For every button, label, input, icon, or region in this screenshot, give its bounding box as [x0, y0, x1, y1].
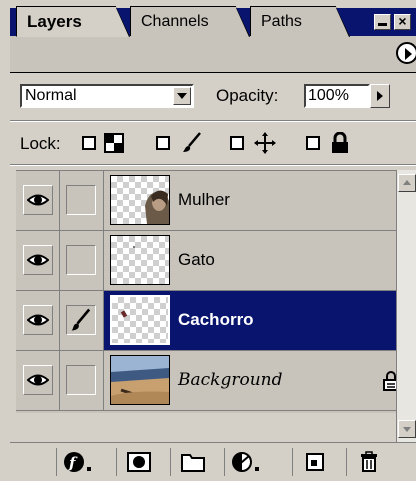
lock-label: Lock: — [20, 134, 61, 153]
layers-scrollbar[interactable] — [396, 170, 416, 442]
lock-all-checkbox[interactable] — [306, 136, 320, 150]
opacity-input[interactable]: 100% — [304, 84, 370, 108]
link-cell[interactable] — [60, 171, 104, 230]
brush-icon — [71, 308, 91, 331]
close-button[interactable]: × — [394, 14, 411, 30]
visibility-cell[interactable] — [16, 231, 60, 290]
new-layer-icon — [305, 453, 324, 471]
transparency-icon — [104, 133, 124, 153]
eye-icon — [27, 314, 49, 326]
layer-name: Mulher — [178, 190, 230, 209]
layer-style-button[interactable]: f — [56, 448, 100, 476]
lock-image-checkbox[interactable] — [156, 136, 170, 150]
trash-icon — [360, 451, 377, 472]
chevron-up-icon — [403, 180, 411, 185]
scroll-down-button[interactable] — [398, 420, 416, 438]
adjustment-layer-icon — [231, 452, 259, 472]
add-layer-mask-button[interactable] — [116, 448, 160, 476]
new-layer-button[interactable] — [292, 448, 336, 476]
layer-name: Cachorro — [178, 310, 254, 329]
opacity-slider-button[interactable] — [370, 84, 390, 108]
palette-menu-arrow-icon[interactable] — [396, 42, 416, 64]
tab-layers[interactable]: Layers — [16, 6, 130, 37]
divider — [10, 164, 416, 166]
lock-transparency-checkbox[interactable] — [82, 136, 96, 150]
link-cell[interactable] — [60, 351, 104, 410]
layer-row-gato[interactable]: Gato — [16, 231, 396, 291]
layer-row-cachorro[interactable]: Cachorro — [16, 291, 396, 351]
chevron-down-icon[interactable] — [173, 87, 191, 105]
link-cell[interactable] — [60, 231, 104, 290]
tab-channels[interactable]: Channels — [130, 6, 250, 37]
brush-icon — [183, 132, 201, 152]
link-cell[interactable] — [60, 291, 104, 350]
visibility-cell[interactable] — [16, 171, 60, 230]
lock-position-checkbox[interactable] — [230, 136, 244, 150]
new-set-icon — [180, 454, 205, 472]
visibility-cell[interactable] — [16, 351, 60, 410]
layer-thumbnail — [110, 355, 170, 405]
tab-bar — [10, 36, 416, 73]
layer-thumbnail — [110, 175, 170, 225]
eye-icon — [27, 254, 49, 266]
layer-row-background[interactable]: Background — [16, 351, 399, 411]
tab-paths[interactable]: Paths — [250, 6, 350, 37]
layer-mask-icon — [126, 452, 151, 472]
layer-thumbnail — [110, 295, 170, 345]
layers-list: Mulher Gato Cachorro Background — [16, 170, 399, 413]
opacity-label: Opacity: — [216, 86, 279, 105]
cat-thumbnail-image — [133, 246, 135, 248]
visibility-cell[interactable] — [16, 291, 60, 350]
eye-icon — [27, 374, 49, 386]
move-icon — [254, 132, 276, 154]
lock-icon — [332, 132, 348, 153]
blend-mode-select[interactable]: Normal — [20, 84, 194, 108]
dog-thumbnail-image — [120, 310, 128, 318]
beach-thumbnail-image — [111, 356, 169, 404]
scroll-up-button[interactable] — [398, 174, 416, 192]
layer-name: Gato — [178, 250, 215, 269]
divider — [10, 120, 416, 122]
layer-name: Background — [178, 370, 283, 390]
eye-icon — [27, 194, 49, 206]
close-icon: × — [398, 13, 407, 29]
chevron-down-icon — [403, 427, 411, 432]
minimize-button[interactable] — [374, 14, 391, 30]
layer-thumbnail — [110, 235, 170, 285]
minimize-icon — [378, 23, 387, 26]
new-layer-set-button[interactable] — [170, 448, 214, 476]
layer-row-mulher[interactable]: Mulher — [16, 171, 396, 231]
delete-layer-button[interactable] — [346, 448, 390, 476]
woman-thumbnail-image — [145, 190, 169, 224]
layer-style-icon: f — [63, 452, 91, 472]
new-adjustment-layer-button[interactable] — [224, 448, 268, 476]
